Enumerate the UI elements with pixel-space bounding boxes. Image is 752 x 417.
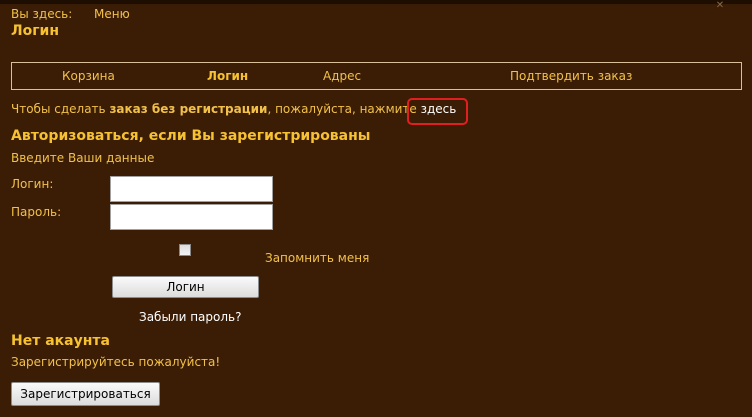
remember-me-label[interactable]: Запомнить меня (265, 251, 369, 265)
password-input[interactable] (110, 204, 273, 230)
remember-me-checkbox[interactable] (179, 244, 191, 256)
login-button[interactable]: Логин (112, 276, 259, 298)
login-label: Логин: (11, 177, 54, 191)
guest-checkout-line: Чтобы сделать заказ без регистрации, пож… (11, 102, 456, 116)
login-section-subtitle: Введите Ваши данные (11, 151, 155, 165)
forgot-password-link[interactable]: Забыли пароль? (139, 310, 241, 324)
register-section-title: Нет акаунта (11, 333, 110, 349)
page-title: Логин (11, 23, 60, 39)
highlight-annotation (407, 98, 468, 125)
close-icon[interactable]: ✕ (714, 0, 726, 12)
step-login: Логин (207, 69, 249, 83)
step-cart[interactable]: Корзина (62, 69, 115, 83)
guest-text-bold: заказ без регистрации (109, 102, 268, 116)
guest-text-before: Чтобы сделать (11, 102, 110, 116)
login-input[interactable] (110, 176, 273, 202)
top-strip (0, 0, 752, 4)
checkout-steps: Корзина Логин Адрес Подтвердить заказ (11, 62, 742, 90)
page: Вы здесь: Меню ✕ Логин Корзина Логин Адр… (0, 0, 752, 417)
step-confirm-order[interactable]: Подтвердить заказ (510, 69, 632, 83)
login-section-title: Авторизоваться, если Вы зарегистрированы (11, 128, 371, 144)
register-section-subtitle: Зарегистрируйтесь пожалуйста! (11, 355, 221, 369)
breadcrumb-prefix: Вы здесь: (11, 7, 73, 21)
breadcrumb-menu-link[interactable]: Меню (94, 7, 130, 21)
guest-text-after: , пожалуйста, нажмите (267, 102, 421, 116)
password-label: Пароль: (11, 205, 62, 219)
step-address[interactable]: Адрес (323, 69, 361, 83)
register-button[interactable]: Зарегистрироваться (11, 382, 160, 406)
